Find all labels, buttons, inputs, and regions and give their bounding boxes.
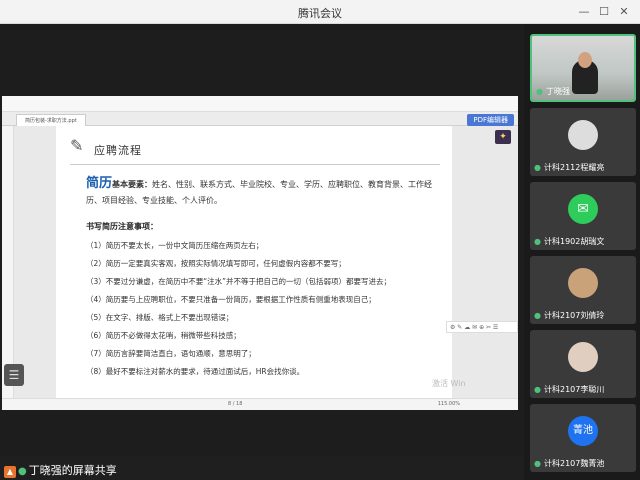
doc-side-panel (2, 126, 14, 398)
divider (70, 164, 440, 165)
doc-statusbar: 8 / 18 115.00% (2, 398, 518, 410)
rule-item: （4）简历要与上应聘职位，不要只准备一份简历，要根据工作性质有侧重地表现自己； (86, 295, 376, 304)
participant-tile[interactable]: ● 丁晓强 (530, 34, 636, 102)
participant-name: ● 计科2107李聪川 (534, 385, 605, 394)
resume-big: 简历 (86, 176, 113, 191)
window-title: 腾讯会议 (298, 7, 342, 20)
participant-tile[interactable]: 菁池 ● 计科2107魏菁池 (530, 404, 636, 472)
mic-icon: ● (534, 311, 541, 320)
section-title: 应聘流程 (94, 144, 142, 157)
doc-toolbar (2, 96, 518, 112)
title-bar: 腾讯会议 — ☐ ✕ (0, 0, 640, 24)
person-head (578, 52, 592, 68)
lightbulb-icon[interactable]: ✦ (495, 130, 511, 144)
mic-icon: ● (536, 87, 543, 96)
pdf-viewer-window: 简历包装-求职方法.ppt PDF编辑器 ✎ 应聘流程 简历基本要素：姓名、性别… (2, 96, 518, 410)
doc-tab[interactable]: 简历包装-求职方法.ppt (16, 114, 86, 126)
rule-item: （8）最好不要标注对薪水的要求，待通过面试后，HR会找你谈。 (86, 367, 305, 376)
resume-label: 基本要素： (112, 180, 153, 189)
doc-tabbar: 简历包装-求职方法.ppt PDF编辑器 (2, 112, 518, 126)
bottom-bar: ▲ ● 丁晓强的屏幕共享 (0, 456, 524, 480)
zoom-level[interactable]: 115.00% (438, 401, 460, 407)
rule-item: （7）简历言辞要简洁直白，语句通顺，意思明了； (86, 349, 256, 358)
avatar (568, 120, 598, 150)
rules-list: （1）简历不要太长，一份中文简历压缩在两页左右； （2）简历一定要真实客观，按照… (86, 237, 446, 381)
avatar (568, 268, 598, 298)
avatar (568, 342, 598, 372)
participant-name: ● 计科2107刘倩玲 (534, 311, 605, 320)
mic-icon: ● (534, 163, 541, 172)
rule-item: （3）不要过分谦虚，在简历中不要“注水”并不等于把自己的一切（包括弱项）都要写进… (86, 277, 392, 286)
wechat-icon: ✉ (568, 194, 598, 224)
participant-panel: ● 丁晓强 ● 计科2112程耀亮 ✉ ● 计科1902胡瑞文 ● 计科2107刘倩玲 … (524, 24, 640, 480)
avatar: 菁池 (568, 416, 598, 446)
participant-name: ● 计科1902胡瑞文 (534, 237, 605, 246)
participant-tile[interactable]: ✉ ● 计科1902胡瑞文 (530, 182, 636, 250)
mic-icon: ● (534, 385, 541, 394)
user-icon: ▲ (4, 466, 16, 478)
maximize-icon[interactable]: ☐ (596, 4, 612, 20)
participant-tile[interactable]: ● 计科2107刘倩玲 (530, 256, 636, 324)
mic-icon: ● (534, 237, 541, 246)
rule-item: （2）简历一定要真实客观，按照实际情况填写即可，任何虚假内容都不要写； (86, 259, 346, 268)
screen-share-label: ▲ ● 丁晓强的屏幕共享 (4, 462, 117, 478)
rules-heading: 书写简历注意事项： (86, 222, 158, 231)
resume-elements: 简历基本要素：姓名、性别、联系方式、毕业院校、专业、学历、应聘职位、教育背景、工… (86, 176, 446, 209)
book-icon: ✎ (70, 136, 84, 155)
participant-tile[interactable]: ● 计科2107李聪川 (530, 330, 636, 398)
rule-item: （5）在文字、排版、格式上不要出现错误； (86, 313, 234, 322)
participant-name: ● 计科2112程耀亮 (534, 163, 605, 172)
minimize-icon[interactable]: — (576, 4, 592, 20)
rule-item: （6）简历不必做得太花哨，稍微带些科技感； (86, 331, 241, 340)
participant-name: ● 计科2107魏菁池 (534, 459, 605, 468)
rule-item: （1）简历不要太长，一份中文简历压缩在两页左右； (86, 241, 264, 250)
close-icon[interactable]: ✕ (616, 4, 632, 20)
mic-icon: ● (534, 459, 541, 468)
page-indicator[interactable]: 8 / 18 (228, 401, 242, 407)
participant-name: ● 丁晓强 (536, 87, 570, 96)
mic-icon: ● (18, 466, 27, 477)
menu-icon[interactable]: ☰ (4, 364, 24, 386)
floating-toolbar[interactable]: ⚙ ✎ ☁ ✉ ⊕ ✂ ☰ (446, 321, 518, 333)
pdf-editor-button[interactable]: PDF编辑器 (467, 114, 514, 126)
activation-watermark: 激活 Win (432, 379, 466, 388)
participant-tile[interactable]: ● 计科2112程耀亮 (530, 108, 636, 176)
doc-page: ✎ 应聘流程 简历基本要素：姓名、性别、联系方式、毕业院校、专业、学历、应聘职位… (56, 126, 452, 398)
